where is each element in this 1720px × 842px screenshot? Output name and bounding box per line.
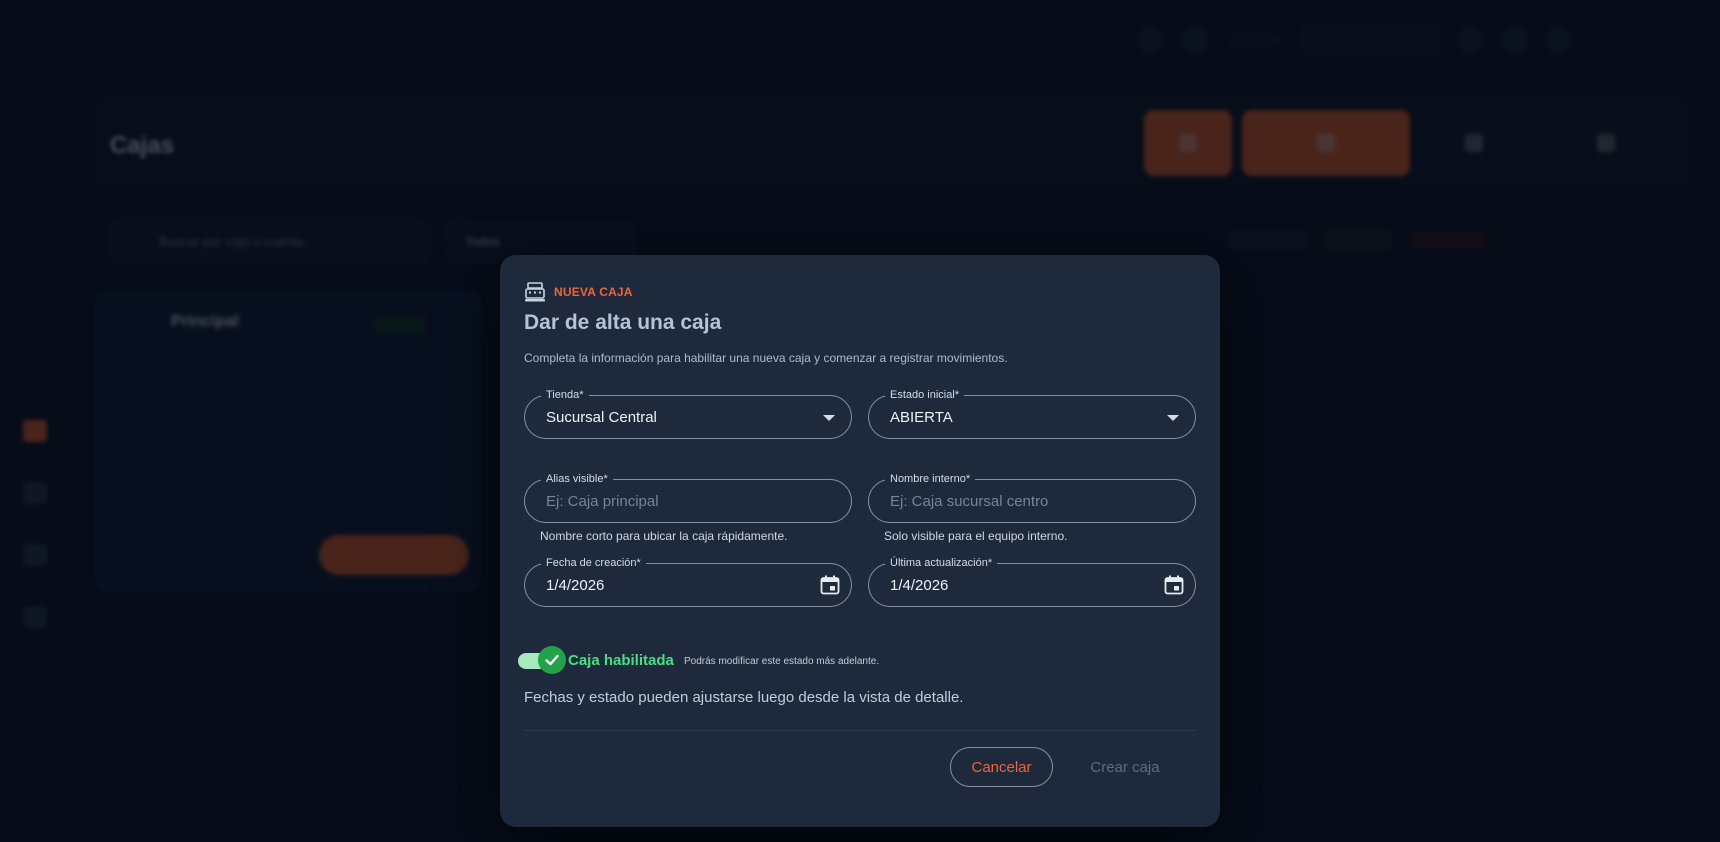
cancel-button[interactable]: Cancelar bbox=[950, 747, 1053, 787]
caja-habilitada-label: Caja habilitada bbox=[568, 652, 674, 669]
alias-visible-placeholder: Ej: Caja principal bbox=[546, 493, 659, 510]
dialog-kicker-label: NUEVA CAJA bbox=[554, 285, 633, 299]
alias-visible-label: Alias visible* bbox=[541, 473, 613, 485]
dialog-description: Completa la información para habilitar u… bbox=[524, 351, 1008, 365]
fecha-creacion-label: Fecha de creación* bbox=[541, 557, 646, 569]
calendar-icon[interactable] bbox=[1163, 574, 1185, 601]
dialog-divider bbox=[524, 730, 1196, 731]
nombre-interno-placeholder: Ej: Caja sucursal centro bbox=[890, 493, 1049, 510]
nombre-interno-helper: Solo visible para el equipo interno. bbox=[884, 529, 1068, 543]
tienda-select[interactable]: Tienda* Sucursal Central bbox=[524, 389, 852, 439]
dialog-kicker: NUEVA CAJA bbox=[524, 281, 633, 303]
alias-visible-input[interactable]: Alias visible* Ej: Caja principal bbox=[524, 473, 852, 523]
ultima-actualizacion-input[interactable]: Última actualización* 1/4/2026 bbox=[868, 557, 1196, 607]
caja-habilitada-toggle[interactable] bbox=[518, 646, 566, 674]
tienda-label: Tienda* bbox=[541, 389, 589, 401]
dialog-note: Fechas y estado pueden ajustarse luego d… bbox=[524, 689, 964, 706]
dialog-title: Dar de alta una caja bbox=[524, 311, 722, 334]
create-caja-button[interactable]: Crear caja bbox=[1070, 747, 1180, 787]
fecha-creacion-value: 1/4/2026 bbox=[546, 577, 605, 594]
estado-inicial-label: Estado inicial* bbox=[885, 389, 965, 401]
nombre-interno-label: Nombre interno* bbox=[885, 473, 976, 485]
fecha-creacion-input[interactable]: Fecha de creación* 1/4/2026 bbox=[524, 557, 852, 607]
ultima-actualizacion-label: Última actualización* bbox=[885, 557, 998, 569]
alias-visible-helper: Nombre corto para ubicar la caja rápidam… bbox=[540, 529, 788, 543]
ultima-actualizacion-value: 1/4/2026 bbox=[890, 577, 949, 594]
chevron-down-icon bbox=[1167, 415, 1179, 421]
caja-habilitada-hint: Podrás modificar este estado más adelant… bbox=[684, 656, 880, 667]
tienda-value: Sucursal Central bbox=[546, 409, 657, 426]
cash-register-icon bbox=[524, 281, 546, 303]
calendar-icon[interactable] bbox=[819, 574, 841, 601]
chevron-down-icon bbox=[823, 415, 835, 421]
check-icon bbox=[538, 646, 566, 674]
estado-inicial-value: ABIERTA bbox=[890, 409, 953, 426]
estado-inicial-select[interactable]: Estado inicial* ABIERTA bbox=[868, 389, 1196, 439]
nombre-interno-input[interactable]: Nombre interno* Ej: Caja sucursal centro bbox=[868, 473, 1196, 523]
nueva-caja-dialog: NUEVA CAJA Dar de alta una caja Completa… bbox=[500, 255, 1220, 827]
